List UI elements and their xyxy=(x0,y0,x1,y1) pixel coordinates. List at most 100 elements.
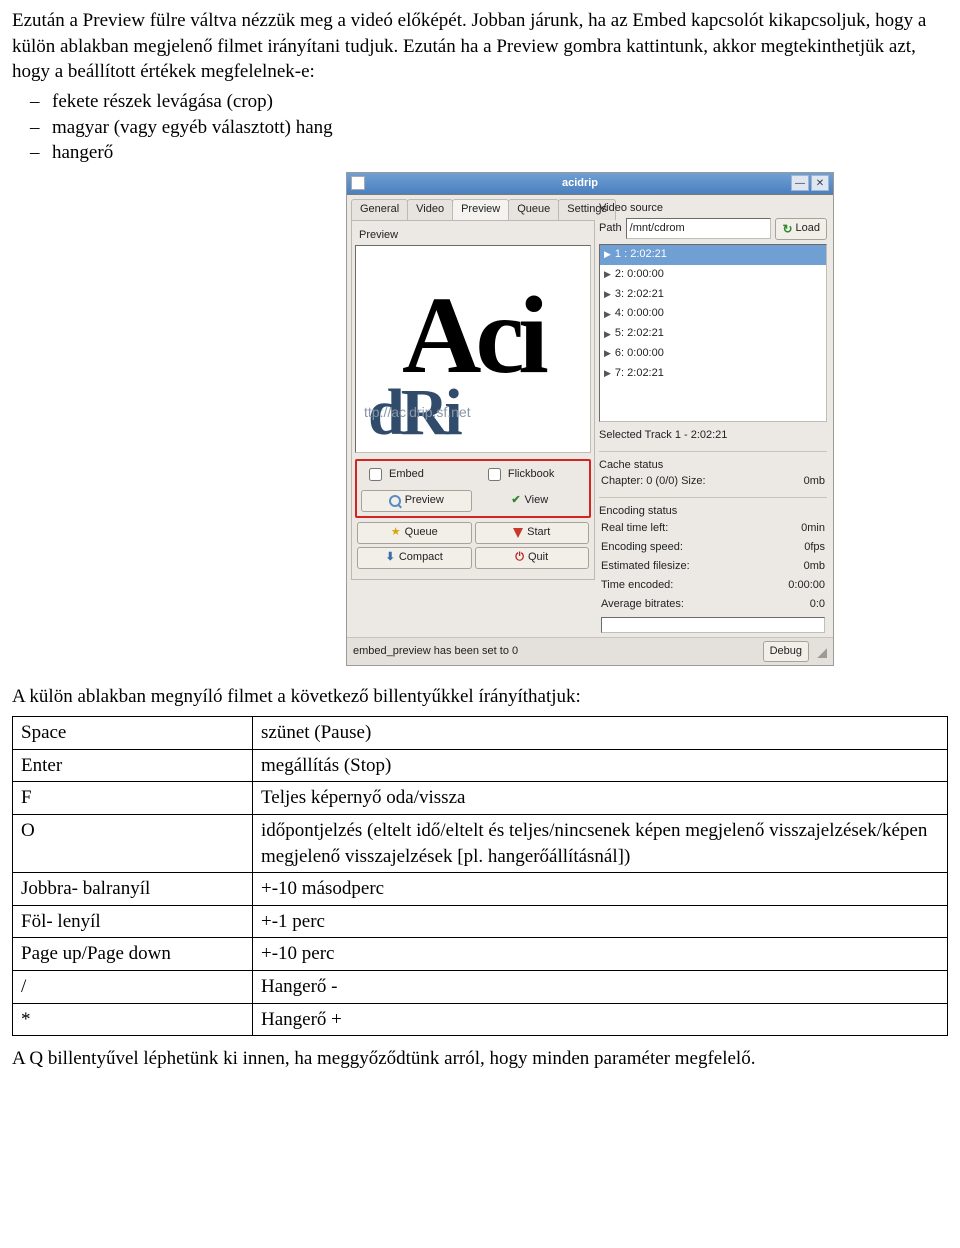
queue-button-label: Queue xyxy=(405,525,438,540)
cache-status-header: Cache status xyxy=(599,458,827,473)
track-row[interactable]: ▶2: 0:00:00 xyxy=(600,265,826,285)
key-cell: Enter xyxy=(13,749,253,782)
embed-highlight: Embed Flickbook Preview ✔ xyxy=(355,459,591,518)
key-cell: O xyxy=(13,814,253,872)
table-row: *Hangerő + xyxy=(13,1003,948,1036)
tab-general[interactable]: General xyxy=(351,199,408,220)
resize-grip-icon[interactable] xyxy=(815,646,827,658)
track-label: 4: 0:00:00 xyxy=(615,306,664,321)
expand-icon: ▶ xyxy=(604,308,611,320)
embed-checkbox[interactable]: Embed xyxy=(365,465,424,484)
expand-icon: ▶ xyxy=(604,288,611,300)
embed-checkbox-input[interactable] xyxy=(369,468,382,481)
key-cell: Föl- lenyíl xyxy=(13,905,253,938)
track-row[interactable]: ▶ 7: 2:02:21 xyxy=(600,364,826,384)
video-source-label: Video source xyxy=(599,201,827,216)
minimize-button[interactable]: — xyxy=(791,175,809,191)
close-button[interactable]: ✕ xyxy=(811,175,829,191)
pin-icon xyxy=(513,528,523,538)
track-label: 2: 0:00:00 xyxy=(615,267,664,282)
chapter-size-value: 0mb xyxy=(804,474,825,489)
chapter-label: Chapter: 0 (0/0) Size: xyxy=(601,474,706,489)
tab-preview[interactable]: Preview xyxy=(452,199,509,220)
track-label: 6: 0:00:00 xyxy=(615,346,664,361)
desc-cell: időpontjelzés (eltelt idő/eltelt és telj… xyxy=(253,814,948,872)
desc-cell: +-10 másodperc xyxy=(253,873,948,906)
timeenc-value: 0:00:00 xyxy=(788,578,825,593)
path-input[interactable]: /mnt/cdrom xyxy=(626,218,772,239)
window-titlebar: acidrip — ✕ xyxy=(347,173,833,195)
key-cell: Space xyxy=(13,716,253,749)
track-row[interactable]: ▶ 3: 2:02:21 xyxy=(600,285,826,305)
load-button-label: Load xyxy=(796,221,820,236)
check-list: fekete részek levágása (crop) magyar (va… xyxy=(12,89,948,166)
window-title: acidrip xyxy=(371,176,789,191)
realtime-value: 0min xyxy=(801,521,825,536)
key-cell: / xyxy=(13,971,253,1004)
track-list[interactable]: ▶1 : 2:02:21 ▶2: 0:00:00 ▶3: 2:02:21 ▶4:… xyxy=(599,244,827,422)
expand-icon: ▶ xyxy=(604,347,611,359)
table-row: Oidőpontjelzés (eltelt idő/eltelt és tel… xyxy=(13,814,948,872)
compact-button-label: Compact xyxy=(399,550,443,565)
track-label: 3: 2:02:21 xyxy=(615,287,664,302)
key-cell: F xyxy=(13,782,253,815)
queue-button[interactable]: ★ Queue xyxy=(357,522,472,544)
quit-button[interactable]: ⏻ Quit xyxy=(475,547,590,569)
realtime-label: Real time left: xyxy=(601,521,668,536)
desc-cell: Teljes képernyő oda/vissza xyxy=(253,782,948,815)
key-cell: * xyxy=(13,1003,253,1036)
debug-button[interactable]: Debug xyxy=(763,641,809,662)
download-icon: ⬇ xyxy=(386,550,395,565)
track-row[interactable]: ▶ 4: 0:00:00 xyxy=(600,304,826,324)
table-row: Spaceszünet (Pause) xyxy=(13,716,948,749)
keys-intro-paragraph: A külön ablakban megnyíló filmet a követ… xyxy=(12,684,948,710)
encoding-status-header: Encoding status xyxy=(599,504,827,519)
desc-cell: megállítás (Stop) xyxy=(253,749,948,782)
expand-icon: ▶ xyxy=(604,328,611,340)
desc-cell: szünet (Pause) xyxy=(253,716,948,749)
track-row[interactable]: ▶5: 2:02:21 xyxy=(600,324,826,344)
table-row: Jobbra- balranyíl+-10 másodperc xyxy=(13,873,948,906)
compact-button[interactable]: ⬇ Compact xyxy=(357,547,472,569)
progress-bar xyxy=(601,617,825,633)
track-row[interactable]: ▶ 6: 0:00:00 xyxy=(600,344,826,364)
shortcut-table: Spaceszünet (Pause) Entermegállítás (Sto… xyxy=(12,716,948,1036)
bullet-crop: fekete részek levágása (crop) xyxy=(52,89,948,115)
intro-paragraph: Ezután a Preview fülre váltva nézzük meg… xyxy=(12,8,948,85)
key-cell: Jobbra- balranyíl xyxy=(13,873,253,906)
view-button[interactable]: ✔ View xyxy=(475,490,586,512)
flickbook-label: Flickbook xyxy=(508,467,554,482)
key-cell: Page up/Page down xyxy=(13,938,253,971)
selected-track-label: Selected Track 1 - 2:02:21 xyxy=(599,428,827,443)
start-button[interactable]: Start xyxy=(475,522,590,544)
power-icon: ⏻ xyxy=(515,550,524,565)
tab-queue[interactable]: Queue xyxy=(508,199,559,220)
preview-button[interactable]: Preview xyxy=(361,490,472,512)
expand-icon: ▶ xyxy=(604,248,611,260)
avgbit-value: 0:0 xyxy=(810,597,825,612)
table-row: /Hangerő - xyxy=(13,971,948,1004)
desc-cell: +-1 perc xyxy=(253,905,948,938)
flickbook-checkbox-input[interactable] xyxy=(488,468,501,481)
logo-url: ttp://acidrip.sf.net xyxy=(364,404,471,420)
preview-button-label: Preview xyxy=(405,493,444,508)
load-button[interactable]: ↻ Load xyxy=(775,218,827,240)
refresh-icon: ↻ xyxy=(782,221,792,237)
track-label: 7: 2:02:21 xyxy=(615,366,664,381)
tab-video[interactable]: Video xyxy=(407,199,453,220)
separator xyxy=(599,497,827,498)
track-row[interactable]: ▶1 : 2:02:21 xyxy=(600,245,826,265)
flickbook-checkbox[interactable]: Flickbook xyxy=(484,465,554,484)
table-row: Page up/Page down+-10 perc xyxy=(13,938,948,971)
estsize-label: Estimated filesize: xyxy=(601,559,690,574)
separator xyxy=(599,451,827,452)
bullet-volume: hangerő xyxy=(52,140,948,166)
table-row: Föl- lenyíl+-1 perc xyxy=(13,905,948,938)
tab-bar: General Video Preview Queue Settings xyxy=(351,199,595,221)
star-icon: ★ xyxy=(391,525,401,540)
bullet-audio: magyar (vagy egyéb választott) hang xyxy=(52,115,948,141)
debug-button-label: Debug xyxy=(770,644,802,659)
encspeed-label: Encoding speed: xyxy=(601,540,683,555)
path-label: Path xyxy=(599,221,622,236)
expand-icon: ▶ xyxy=(604,367,611,379)
